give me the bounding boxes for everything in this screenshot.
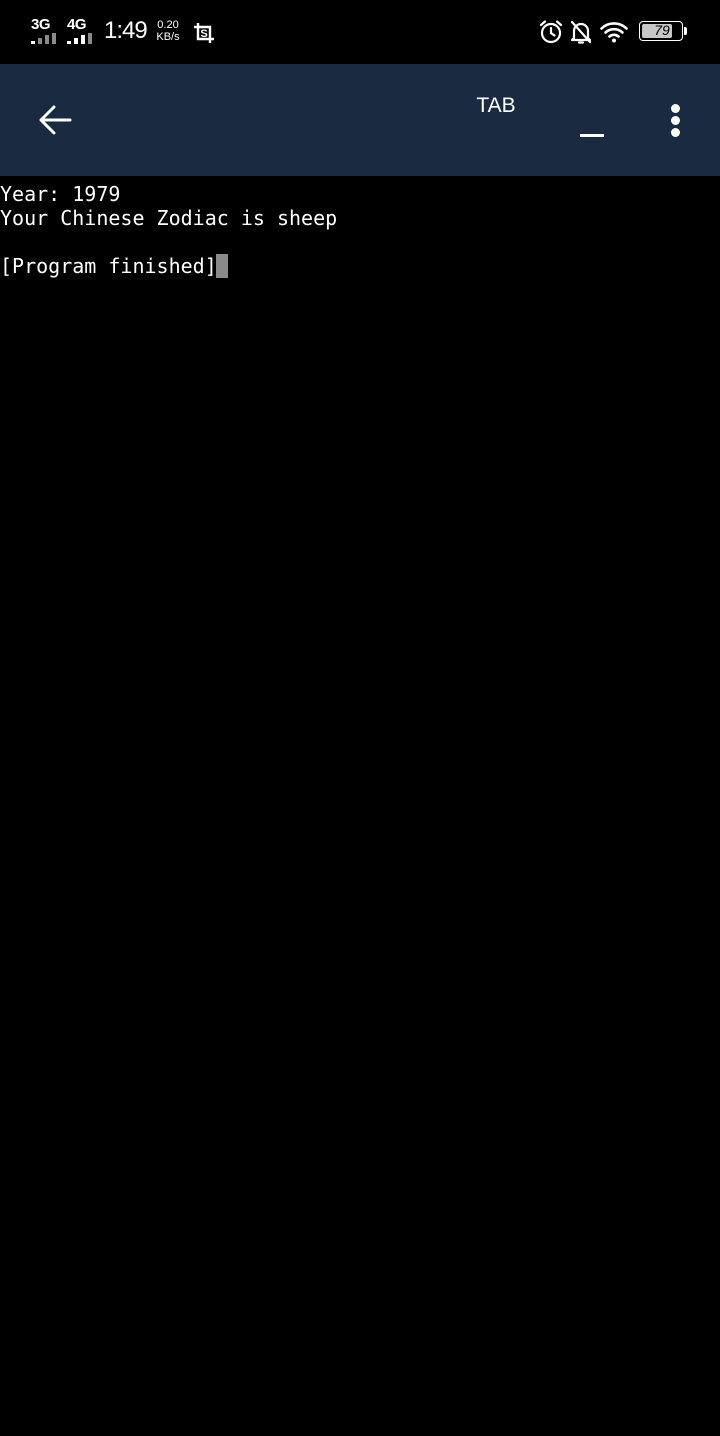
wifi-icon [600, 22, 628, 43]
network-speed-value: 0.20 [157, 19, 179, 31]
network-type-label: 4G [67, 16, 87, 33]
battery-level: 79 [654, 22, 670, 38]
tab-key-button[interactable]: TAB [458, 94, 534, 146]
status-bar: 3G 4G 1:49 0.20 KB/s S 79 [0, 0, 720, 64]
signal-bars-icon [67, 33, 92, 44]
terminal-cursor [216, 254, 228, 278]
network-speed-unit: KB/s [156, 31, 180, 43]
arrow-left-icon [39, 105, 72, 135]
app-bar: TAB [0, 64, 720, 176]
terminal-output[interactable]: Year: 1979 Your Chinese Zodiac is sheep … [0, 176, 720, 1436]
signal-3g-indicator: 3G [31, 16, 63, 44]
battery-icon: 79 [639, 21, 689, 43]
svg-text:S: S [200, 28, 207, 40]
signal-4g-indicator: 4G [67, 16, 99, 44]
signal-bars-icon [31, 33, 56, 44]
more-options-button[interactable] [652, 94, 700, 146]
back-button[interactable] [28, 94, 84, 146]
terminal-line: Your Chinese Zodiac is sheep [0, 206, 338, 230]
alarm-icon [539, 20, 563, 44]
status-time: 1:49 [104, 17, 148, 44]
screenshot-icon: S [194, 23, 214, 43]
bell-off-icon [570, 20, 592, 44]
terminal-line: [Program finished] [0, 254, 217, 278]
terminal-line: Year: 1979 [0, 182, 121, 206]
network-speed: 0.20 KB/s [153, 19, 183, 43]
network-type-label: 3G [31, 16, 51, 33]
underscore-glyph [580, 134, 604, 137]
underscore-key-button[interactable] [566, 94, 618, 146]
